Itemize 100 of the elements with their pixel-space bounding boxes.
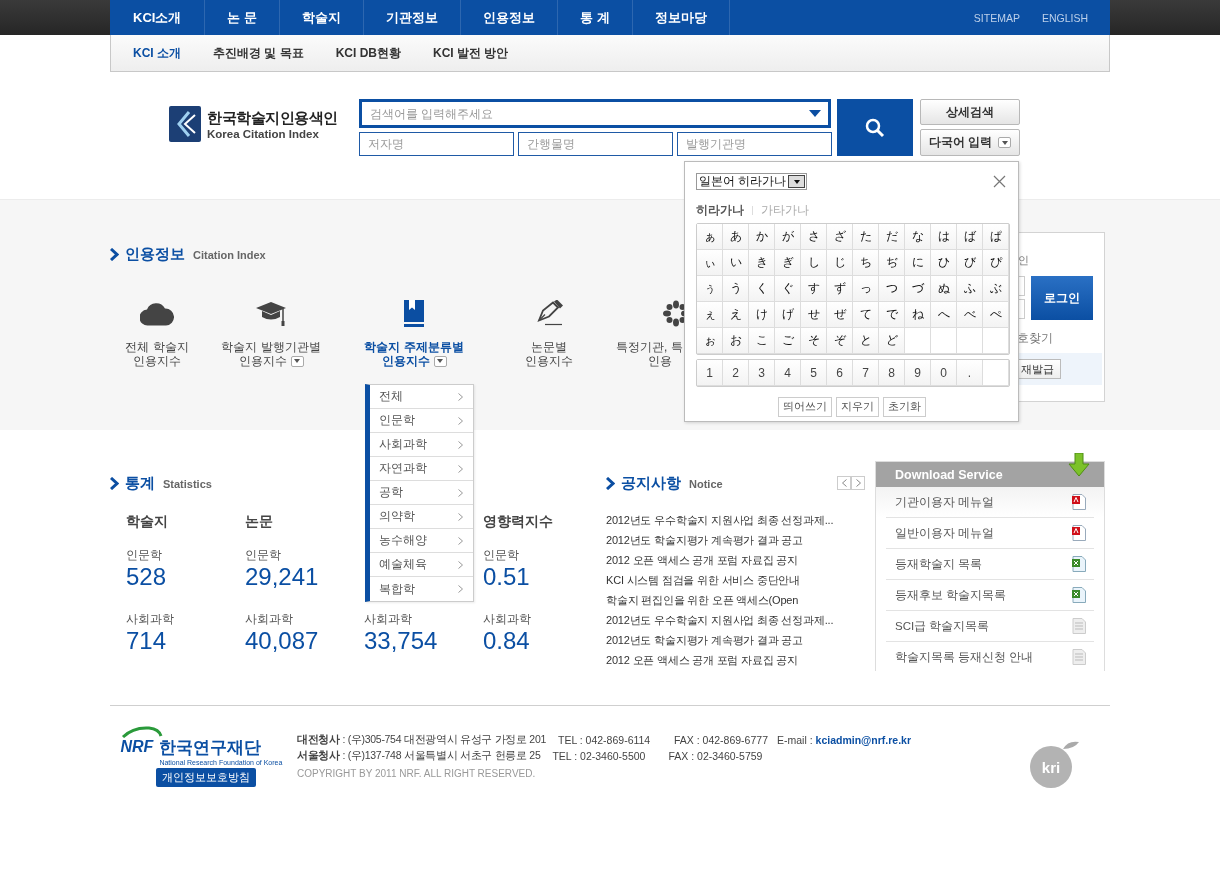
cloud-icon[interactable] <box>140 300 174 327</box>
key[interactable]: ぇ <box>697 302 723 328</box>
menu-item[interactable]: 사회과학 <box>370 433 473 457</box>
category-link[interactable]: 학술지 발행기관별 <box>221 340 321 354</box>
key[interactable]: ぜ <box>827 302 853 328</box>
sub-nav-tab[interactable]: KCI 발전 방안 <box>433 44 509 62</box>
key[interactable]: ざ <box>827 224 853 250</box>
key[interactable]: け <box>749 302 775 328</box>
key[interactable]: げ <box>775 302 801 328</box>
keyboard-tab[interactable]: 히라가나 <box>696 203 744 218</box>
key[interactable]: ふ <box>957 276 983 302</box>
key[interactable]: き <box>749 250 775 276</box>
nav-link[interactable]: ENGLISH <box>1041 11 1088 24</box>
sub-nav-tab[interactable]: 추진배경 및 목표 <box>213 44 304 62</box>
key[interactable]: 0 <box>931 360 957 386</box>
key[interactable]: ぅ <box>697 276 723 302</box>
menu-item[interactable]: 자연과학 <box>370 457 473 481</box>
key[interactable]: が <box>775 224 801 250</box>
key[interactable]: ぃ <box>697 250 723 276</box>
key[interactable]: ぁ <box>697 224 723 250</box>
key[interactable]: ぉ <box>697 328 723 354</box>
search-field[interactable]: 검색어를 입력해주세요 <box>359 99 831 128</box>
menu-item[interactable]: 전체 <box>370 385 473 409</box>
key[interactable]: ば <box>957 224 983 250</box>
key[interactable]: ね <box>905 302 931 328</box>
key[interactable]: 5 <box>801 360 827 386</box>
nav-link[interactable]: SITEMAP <box>973 11 1020 24</box>
download-link[interactable]: 기관이용자 메뉴얼 <box>886 487 1094 518</box>
multilingual-input-button[interactable]: 다국어 입력 <box>920 129 1020 156</box>
download-link[interactable]: 등재학술지 목록 <box>886 549 1094 580</box>
pen-nib-icon[interactable] <box>535 300 563 327</box>
menu-item[interactable]: 복합학 <box>370 577 473 601</box>
menu-item[interactable]: 공학 <box>370 481 473 505</box>
find-password-link[interactable]: 호찾기 <box>1017 331 1094 346</box>
key[interactable]: ど <box>879 328 905 354</box>
menu-item[interactable]: 의약학 <box>370 505 473 529</box>
category-link[interactable]: 인용지수 <box>133 354 181 368</box>
email-link[interactable]: kciadmin@nrf.re.kr <box>815 734 912 746</box>
key[interactable]: し <box>801 250 827 276</box>
category-link[interactable]: 특정기관, 특 <box>616 340 683 354</box>
notice-link[interactable]: KCI 시스템 점검을 위한 서비스 중단안내 <box>606 570 875 590</box>
key[interactable]: 9 <box>905 360 931 386</box>
download-link[interactable]: 학술지목록 등재신청 안내 <box>886 642 1094 672</box>
key[interactable]: く <box>749 276 775 302</box>
close-icon[interactable] <box>993 175 1006 188</box>
key[interactable]: い <box>723 250 749 276</box>
key[interactable]: そ <box>801 328 827 354</box>
notice-link[interactable]: 2012 오픈 액세스 공개 포럼 자료집 공지 <box>606 550 875 570</box>
key[interactable]: さ <box>801 224 827 250</box>
key[interactable]: で <box>879 302 905 328</box>
key[interactable]: だ <box>879 224 905 250</box>
download-link[interactable]: 일반이용자 메뉴얼 <box>886 518 1094 549</box>
key[interactable]: ぬ <box>931 276 957 302</box>
key[interactable]: ぶ <box>983 276 1009 302</box>
category-link[interactable]: 학술지 주제분류별 <box>364 340 464 354</box>
sub-nav-tab[interactable]: KCI DB현황 <box>335 44 401 62</box>
key[interactable]: あ <box>723 224 749 250</box>
key[interactable]: は <box>931 224 957 250</box>
key[interactable]: 8 <box>879 360 905 386</box>
notice-link[interactable]: 2012년도 우수학술지 지원사업 최종 선정과제... <box>606 510 875 530</box>
search-button[interactable] <box>837 99 913 156</box>
download-link[interactable]: 등재후보 학술지목록 <box>886 580 1094 611</box>
key[interactable]: ち <box>853 250 879 276</box>
advanced-search-button[interactable]: 상세검색 <box>920 99 1020 125</box>
key[interactable]: ぞ <box>827 328 853 354</box>
key[interactable]: た <box>853 224 879 250</box>
key[interactable]: 2 <box>723 360 749 386</box>
keyboard-button[interactable]: 띄어쓰기 <box>778 397 832 417</box>
menu-item[interactable]: 농수해양 <box>370 529 473 553</box>
category-link[interactable]: 전체 학술지 <box>125 340 189 354</box>
keyboard-button[interactable]: 초기화 <box>883 397 926 417</box>
input-field[interactable]: 간행물명 <box>518 132 673 156</box>
sub-nav-tab[interactable]: KCI 소개 <box>133 44 181 62</box>
key[interactable]: び <box>957 250 983 276</box>
key[interactable]: ぐ <box>775 276 801 302</box>
menu-item[interactable]: 예술체육 <box>370 553 473 577</box>
key[interactable]: べ <box>957 302 983 328</box>
key[interactable]: ぢ <box>879 250 905 276</box>
key[interactable]: . <box>957 360 983 386</box>
key[interactable]: ぴ <box>983 250 1009 276</box>
key[interactable]: つ <box>879 276 905 302</box>
key[interactable]: か <box>749 224 775 250</box>
dropdown-icon[interactable] <box>290 355 304 367</box>
key[interactable]: こ <box>749 328 775 354</box>
category-link[interactable]: 인용지수 <box>525 354 573 368</box>
key[interactable]: 7 <box>853 360 879 386</box>
key[interactable]: て <box>853 302 879 328</box>
notice-link[interactable]: 2012년도 학술지평가 계속평가 결과 공고 <box>606 630 875 650</box>
key[interactable]: っ <box>853 276 879 302</box>
menu-item[interactable]: 인문학 <box>370 409 473 433</box>
notice-link[interactable]: 2012년도 우수학술지 지원사업 최종 선정과제... <box>606 610 875 630</box>
key[interactable]: づ <box>905 276 931 302</box>
key[interactable]: な <box>905 224 931 250</box>
download-link[interactable]: SCI급 학술지목록 <box>886 611 1094 642</box>
notice-link[interactable]: 학술지 편집인을 위한 오픈 액세스(Open <box>606 590 875 610</box>
key[interactable]: に <box>905 250 931 276</box>
category-link[interactable]: 인용지수 <box>381 354 430 368</box>
category-link[interactable]: 인용 <box>648 354 672 368</box>
key[interactable]: う <box>723 276 749 302</box>
key[interactable]: ず <box>827 276 853 302</box>
